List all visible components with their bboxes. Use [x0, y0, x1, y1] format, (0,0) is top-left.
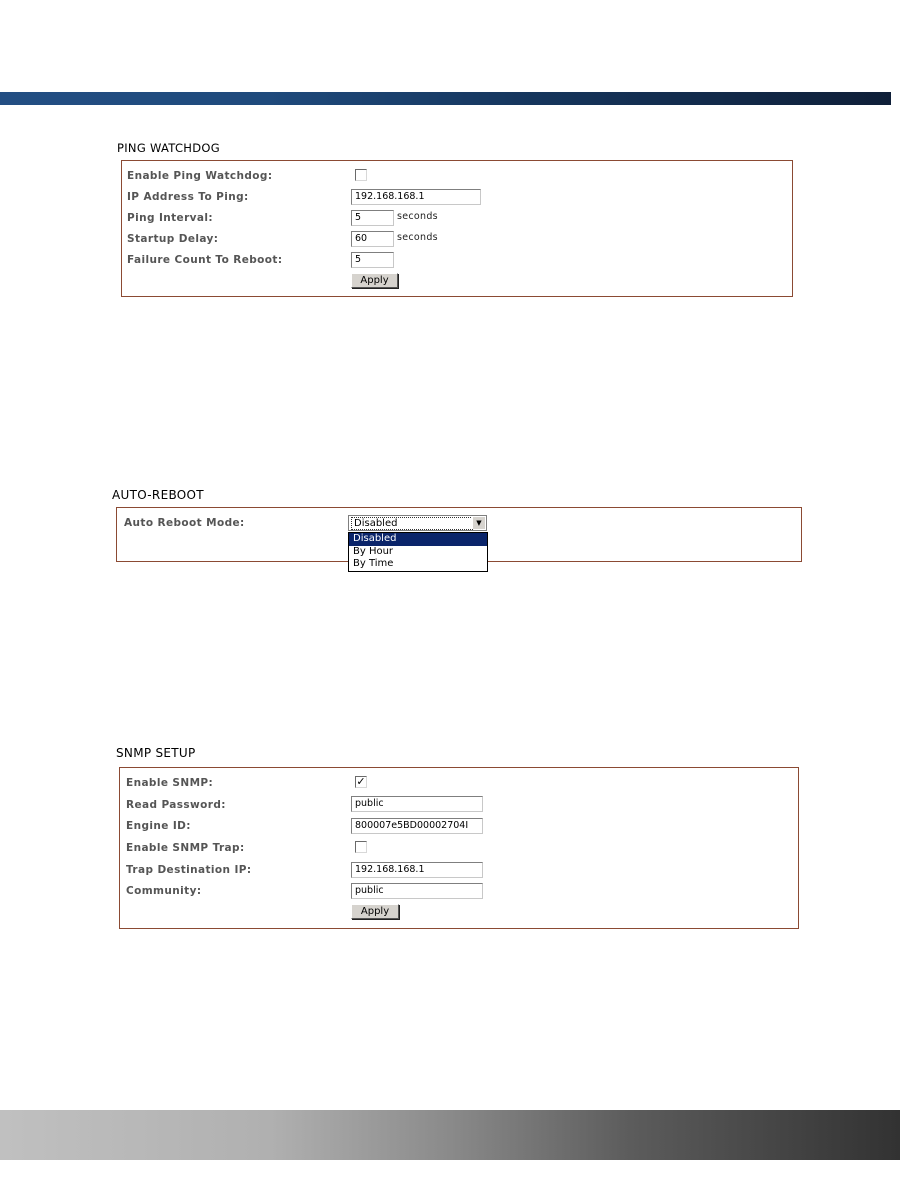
ping-interval-input[interactable]: 5	[351, 210, 394, 226]
enable-ping-watchdog-checkbox[interactable]	[355, 169, 367, 181]
checkmark-icon: ✓	[356, 775, 366, 788]
header-bar	[0, 92, 891, 105]
engine-id-label: Engine ID:	[126, 820, 191, 832]
snmp-apply-button[interactable]: Apply	[351, 904, 399, 919]
ip-address-to-ping-input[interactable]: 192.168.168.1	[351, 189, 481, 205]
trap-destination-ip-label: Trap Destination IP:	[126, 864, 252, 876]
enable-ping-watchdog-label: Enable Ping Watchdog:	[127, 170, 273, 182]
trap-destination-ip-input[interactable]: 192.168.168.1	[351, 862, 483, 878]
auto-reboot-title: AUTO-REBOOT	[112, 488, 204, 502]
read-password-label: Read Password:	[126, 799, 226, 811]
startup-delay-unit: seconds	[397, 232, 438, 243]
auto-reboot-mode-value: Disabled	[351, 517, 473, 530]
enable-snmp-trap-checkbox[interactable]	[355, 841, 367, 853]
footer-bar	[0, 1110, 900, 1160]
startup-delay-label: Startup Delay:	[127, 233, 219, 245]
enable-snmp-checkbox[interactable]: ✓	[355, 776, 367, 788]
ping-watchdog-apply-button[interactable]: Apply	[351, 273, 398, 288]
dropdown-option-by-time[interactable]: By Time	[349, 558, 487, 571]
engine-id-input[interactable]: 800007e5BD00002704I	[351, 818, 483, 834]
failure-count-input[interactable]: 5	[351, 252, 394, 268]
auto-reboot-mode-label: Auto Reboot Mode:	[124, 517, 245, 529]
snmp-setup-title: SNMP SETUP	[116, 746, 196, 760]
community-input[interactable]: public	[351, 883, 483, 899]
read-password-input[interactable]: public	[351, 796, 483, 812]
dropdown-option-by-hour[interactable]: By Hour	[349, 546, 487, 559]
failure-count-label: Failure Count To Reboot:	[127, 254, 283, 266]
auto-reboot-mode-select[interactable]: Disabled ▼	[348, 515, 487, 531]
startup-delay-input[interactable]: 60	[351, 231, 394, 247]
auto-reboot-mode-dropdown: Disabled By Hour By Time	[348, 532, 488, 572]
dropdown-option-disabled[interactable]: Disabled	[349, 533, 487, 546]
enable-snmp-trap-label: Enable SNMP Trap:	[126, 842, 245, 854]
ping-interval-unit: seconds	[397, 211, 438, 222]
community-label: Community:	[126, 885, 202, 897]
ping-interval-label: Ping Interval:	[127, 212, 213, 224]
enable-snmp-label: Enable SNMP:	[126, 777, 214, 789]
ping-watchdog-title: PING WATCHDOG	[117, 141, 220, 155]
chevron-down-icon[interactable]: ▼	[472, 517, 485, 529]
ip-address-to-ping-label: IP Address To Ping:	[127, 191, 249, 203]
